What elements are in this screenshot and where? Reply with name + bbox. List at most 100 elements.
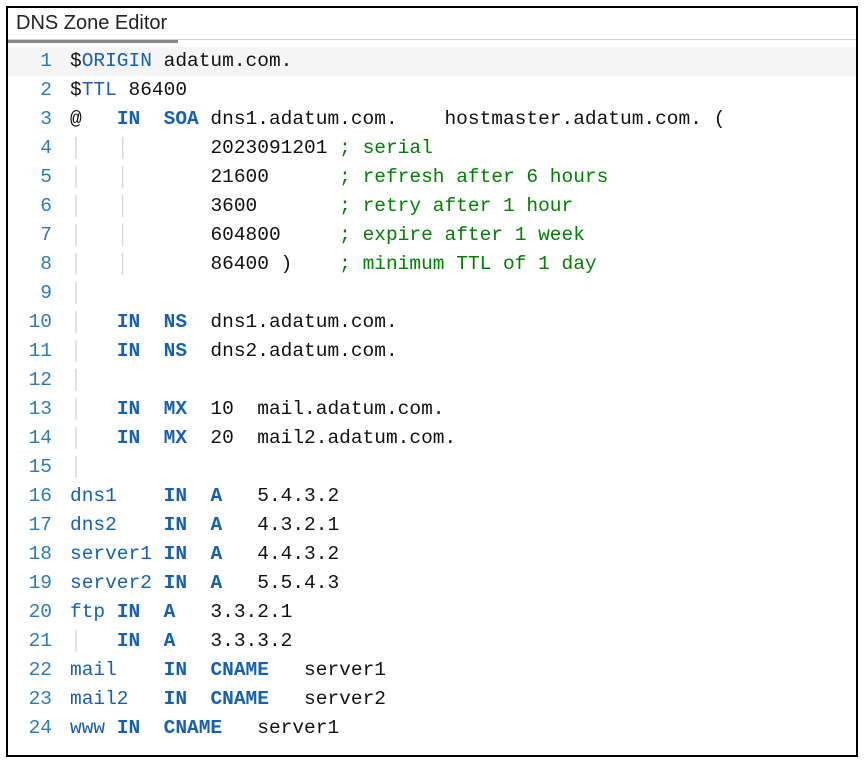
code-token: IN [117,427,140,449]
code-content[interactable]: │ │ 2023091201 ; serial [70,134,856,163]
code-line[interactable]: 7│ │ 604800 ; expire after 1 week [8,221,856,250]
code-token: │ │ [70,195,210,217]
line-number: 15 [8,453,70,482]
line-number: 9 [8,279,70,308]
line-number: 3 [8,105,70,134]
code-token: IN [117,108,140,130]
code-line[interactable]: 19server2 IN A 5.5.4.3 [8,569,856,598]
line-number: 22 [8,656,70,685]
code-line[interactable]: 10│ IN NS dns1.adatum.com. [8,308,856,337]
code-content[interactable]: │ │ 21600 ; refresh after 6 hours [70,163,856,192]
line-number: 8 [8,250,70,279]
code-line[interactable]: 13│ IN MX 10 mail.adatum.com. [8,395,856,424]
code-token: 21600 [210,166,339,188]
code-token: IN [164,485,187,507]
active-tab-indicator [8,40,178,43]
code-content[interactable]: ftp IN A 3.3.2.1 [70,598,856,627]
code-line[interactable]: 6│ │ 3600 ; retry after 1 hour [8,192,856,221]
code-content[interactable]: www IN CNAME server1 [70,714,856,743]
code-token: A [164,630,176,652]
code-token: A [210,514,222,536]
code-content[interactable]: @ IN SOA dns1.adatum.com. hostmaster.ada… [70,105,856,134]
code-token: mail [70,659,117,681]
code-line[interactable]: 18server1 IN A 4.4.3.2 [8,540,856,569]
code-content[interactable]: $ORIGIN adatum.com. [70,47,856,76]
code-line[interactable]: 20ftp IN A 3.3.2.1 [8,598,856,627]
code-line[interactable]: 15│ [8,453,856,482]
code-token: dns1.adatum.com. hostmaster.adatum.com. … [199,108,726,130]
code-token [187,659,210,681]
code-token: 10 mail.adatum.com. [187,398,444,420]
code-line[interactable]: 24www IN CNAME server1 [8,714,856,743]
code-token: MX [164,398,187,420]
code-line[interactable]: 14│ IN MX 20 mail2.adatum.com. [8,424,856,453]
code-content[interactable]: │ IN NS dns2.adatum.com. [70,337,856,366]
code-token: 5.4.3.2 [222,485,339,507]
code-token: │ [70,369,82,391]
code-line[interactable]: 3@ IN SOA dns1.adatum.com. hostmaster.ad… [8,105,856,134]
code-line[interactable]: 22mail IN CNAME server1 [8,656,856,685]
code-token: IN [117,340,140,362]
code-token: 4.4.3.2 [222,543,339,565]
code-line[interactable]: 16dns1 IN A 5.4.3.2 [8,482,856,511]
editor-window: DNS Zone Editor 1$ORIGIN adatum.com.2$TT… [6,6,858,757]
code-content[interactable]: │ IN A 3.3.3.2 [70,627,856,656]
code-token: dns2 [70,514,117,536]
code-line[interactable]: 17dns2 IN A 4.3.2.1 [8,511,856,540]
code-token: NS [164,340,187,362]
code-content[interactable]: │ IN NS dns1.adatum.com. [70,308,856,337]
code-content[interactable]: server1 IN A 4.4.3.2 [70,540,856,569]
code-line[interactable]: 11│ IN NS dns2.adatum.com. [8,337,856,366]
code-content[interactable]: dns1 IN A 5.4.3.2 [70,482,856,511]
code-line[interactable]: 2$TTL 86400 [8,76,856,105]
window-title: DNS Zone Editor [8,8,856,40]
code-content[interactable]: │ │ 604800 ; expire after 1 week [70,221,856,250]
code-token: www [70,717,105,739]
code-line[interactable]: 12│ [8,366,856,395]
code-token: │ │ [70,137,210,159]
code-token: 20 mail2.adatum.com. [187,427,456,449]
code-token: server1 [269,659,386,681]
code-content[interactable]: mail2 IN CNAME server2 [70,685,856,714]
code-token: server2 [269,688,386,710]
code-content[interactable]: │ IN MX 20 mail2.adatum.com. [70,424,856,453]
code-token: server1 [222,717,339,739]
code-token: │ [70,398,117,420]
code-line[interactable]: 5│ │ 21600 ; refresh after 6 hours [8,163,856,192]
code-token [187,514,210,536]
code-content[interactable]: │ │ 86400 ) ; minimum TTL of 1 day [70,250,856,279]
line-number: 20 [8,598,70,627]
code-line[interactable]: 9│ [8,279,856,308]
line-number: 6 [8,192,70,221]
code-token: ; expire after 1 week [339,224,585,246]
code-line[interactable]: 1$ORIGIN adatum.com. [8,47,856,76]
code-content[interactable]: mail IN CNAME server1 [70,656,856,685]
code-content[interactable]: │ │ 3600 ; retry after 1 hour [70,192,856,221]
code-line[interactable]: 23mail2 IN CNAME server2 [8,685,856,714]
code-content[interactable]: │ [70,279,856,308]
code-token [140,108,163,130]
code-token: $ [70,79,82,101]
code-token: A [210,572,222,594]
code-editor[interactable]: 1$ORIGIN adatum.com.2$TTL 864003@ IN SOA… [8,45,856,743]
code-content[interactable]: $TTL 86400 [70,76,856,105]
code-token: IN [164,659,187,681]
code-token: IN [117,311,140,333]
code-content[interactable]: server2 IN A 5.5.4.3 [70,569,856,598]
code-line[interactable]: 8│ │ 86400 ) ; minimum TTL of 1 day [8,250,856,279]
code-token [187,572,210,594]
line-number: 11 [8,337,70,366]
code-token [140,311,163,333]
code-token: │ │ [70,166,210,188]
code-line[interactable]: 21│ IN A 3.3.3.2 [8,627,856,656]
code-content[interactable]: dns2 IN A 4.3.2.1 [70,511,856,540]
code-token: 86400 [117,79,187,101]
code-content[interactable]: │ [70,453,856,482]
line-number: 19 [8,569,70,598]
code-content[interactable]: │ IN MX 10 mail.adatum.com. [70,395,856,424]
line-number: 18 [8,540,70,569]
code-token: MX [164,427,187,449]
code-content[interactable]: │ [70,366,856,395]
code-line[interactable]: 4│ │ 2023091201 ; serial [8,134,856,163]
code-token: $ [70,50,82,72]
